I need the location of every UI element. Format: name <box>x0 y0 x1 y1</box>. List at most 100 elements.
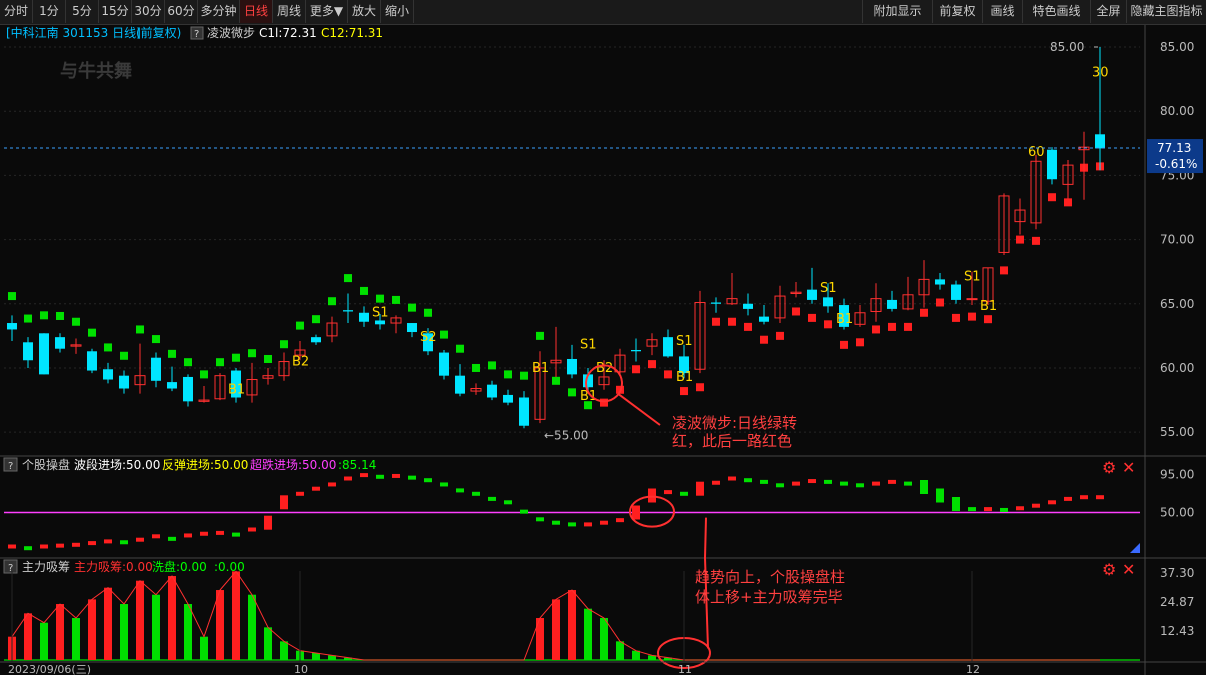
candle <box>151 352 161 388</box>
trend-dot <box>824 320 832 329</box>
trend-dot <box>952 313 960 322</box>
y-tick: 55.00 <box>1160 425 1194 439</box>
candle <box>1047 147 1057 185</box>
indicator2-bar <box>120 604 128 660</box>
tab-11[interactable]: 放大 <box>348 0 381 23</box>
indicator2-bar <box>232 571 240 660</box>
candle <box>870 283 882 322</box>
toolbar-right-2[interactable]: 前复权 <box>932 0 983 23</box>
svg-text:[中科江南 301153 日线]: [中科江南 301153 日线] <box>6 25 141 40</box>
trend-dot <box>72 317 80 326</box>
signal-label: B1 <box>836 312 853 327</box>
indicator2-bar <box>40 622 48 660</box>
indicator1-bar <box>248 527 256 532</box>
candle <box>326 316 338 343</box>
indicator2-bar <box>312 653 320 660</box>
indicator1-bar <box>88 541 96 546</box>
toolbar-right-6[interactable]: 隐藏主图指标 <box>1126 0 1206 23</box>
svg-text:37.30: 37.30 <box>1160 566 1194 580</box>
trend-dot <box>232 353 240 362</box>
candle <box>503 389 513 406</box>
indicator1-bar <box>680 491 688 496</box>
candle <box>214 373 226 401</box>
trend-dot <box>712 317 720 326</box>
trend-dot <box>152 335 160 344</box>
trend-dot <box>488 361 496 370</box>
candle <box>246 362 258 403</box>
annotation-2: 趋势向上，个股操盘柱 <box>695 568 845 586</box>
toolbar-right-4[interactable]: 特色画线 <box>1022 0 1091 23</box>
trend-dot <box>328 297 336 306</box>
signal-label: 60 <box>1028 145 1045 160</box>
candle <box>902 276 914 311</box>
indicator1-bar <box>984 507 992 512</box>
svg-text:?: ? <box>8 563 13 574</box>
candle <box>7 315 17 342</box>
candle <box>183 374 193 407</box>
x-tick: 10 <box>294 663 308 675</box>
candle <box>550 326 562 377</box>
trend-dot <box>1064 198 1072 207</box>
tab-8[interactable]: 日线 <box>240 0 273 23</box>
indicator2-bar <box>72 618 80 660</box>
indicator1-bar <box>328 482 336 487</box>
candle <box>951 280 961 304</box>
indicator1-bar <box>696 481 704 496</box>
tab-7[interactable]: 多分钟 <box>198 0 240 23</box>
indicator1-bar <box>840 481 848 486</box>
candle <box>103 362 113 384</box>
tab-4[interactable]: 15分 <box>99 0 132 23</box>
candle <box>262 367 274 385</box>
indicator1-bar <box>24 546 32 551</box>
trend-dot <box>872 325 880 334</box>
trend-dot <box>648 360 656 369</box>
signal-label: B2 <box>292 354 309 369</box>
watermark: 与牛共舞 <box>60 60 132 82</box>
tab-9[interactable]: 周线 <box>273 0 306 23</box>
trend-dot <box>408 303 416 312</box>
tab-3[interactable]: 5分 <box>66 0 99 23</box>
tab-6[interactable]: 60分 <box>165 0 198 23</box>
candle <box>694 290 706 374</box>
tab-12[interactable]: 缩小 <box>381 0 414 23</box>
svg-text:?: ? <box>194 29 199 40</box>
trend-dot <box>104 343 112 352</box>
trend-dot <box>1048 193 1056 202</box>
trend-dot <box>136 325 144 334</box>
trend-dot <box>1000 266 1008 275</box>
svg-text:⚙: ⚙ <box>1102 458 1116 477</box>
indicator1-bar <box>728 476 736 481</box>
tab-2[interactable]: 1分 <box>33 0 66 23</box>
candle <box>711 297 721 313</box>
svg-text:红，此后一路红色: 红，此后一路红色 <box>672 432 792 450</box>
candle <box>774 285 786 324</box>
chart-header: [中科江南 301153 日线](前复权)? 凌波微步 C1l:72.31 C12:7… <box>6 25 383 40</box>
tab-10[interactable]: 更多▼ <box>306 0 348 23</box>
toolbar-right-1[interactable]: 附加显示 <box>862 0 933 23</box>
trend-dot <box>360 286 368 295</box>
indicator1-bar <box>1096 495 1104 500</box>
indicator1-bar <box>568 522 576 527</box>
tab-5[interactable]: 30分 <box>132 0 165 23</box>
indicator1-bar <box>1064 496 1072 501</box>
candle <box>278 352 290 381</box>
toolbar-right-3[interactable]: 画线 <box>982 0 1023 23</box>
indicator2-bar <box>248 594 256 660</box>
indicator2-bar <box>216 590 224 660</box>
toolbar-right-5[interactable]: 全屏 <box>1090 0 1127 23</box>
candle <box>1062 159 1074 199</box>
trend-dot <box>1016 235 1024 244</box>
indicator1-bar <box>600 520 608 525</box>
indicator1-bar <box>232 532 240 537</box>
indicator1-bar <box>56 543 64 548</box>
trend-dot <box>744 322 752 331</box>
indicator1-bar <box>1000 507 1008 512</box>
indicator2-bar <box>136 580 144 660</box>
candle <box>39 333 49 375</box>
trend-dot <box>56 311 64 320</box>
indicator1-bar <box>888 479 896 484</box>
signal-label: S1 <box>580 338 597 353</box>
indicator2-bar <box>600 618 608 660</box>
trend-dot <box>760 335 768 344</box>
tab-1[interactable]: 分时 <box>0 0 33 23</box>
